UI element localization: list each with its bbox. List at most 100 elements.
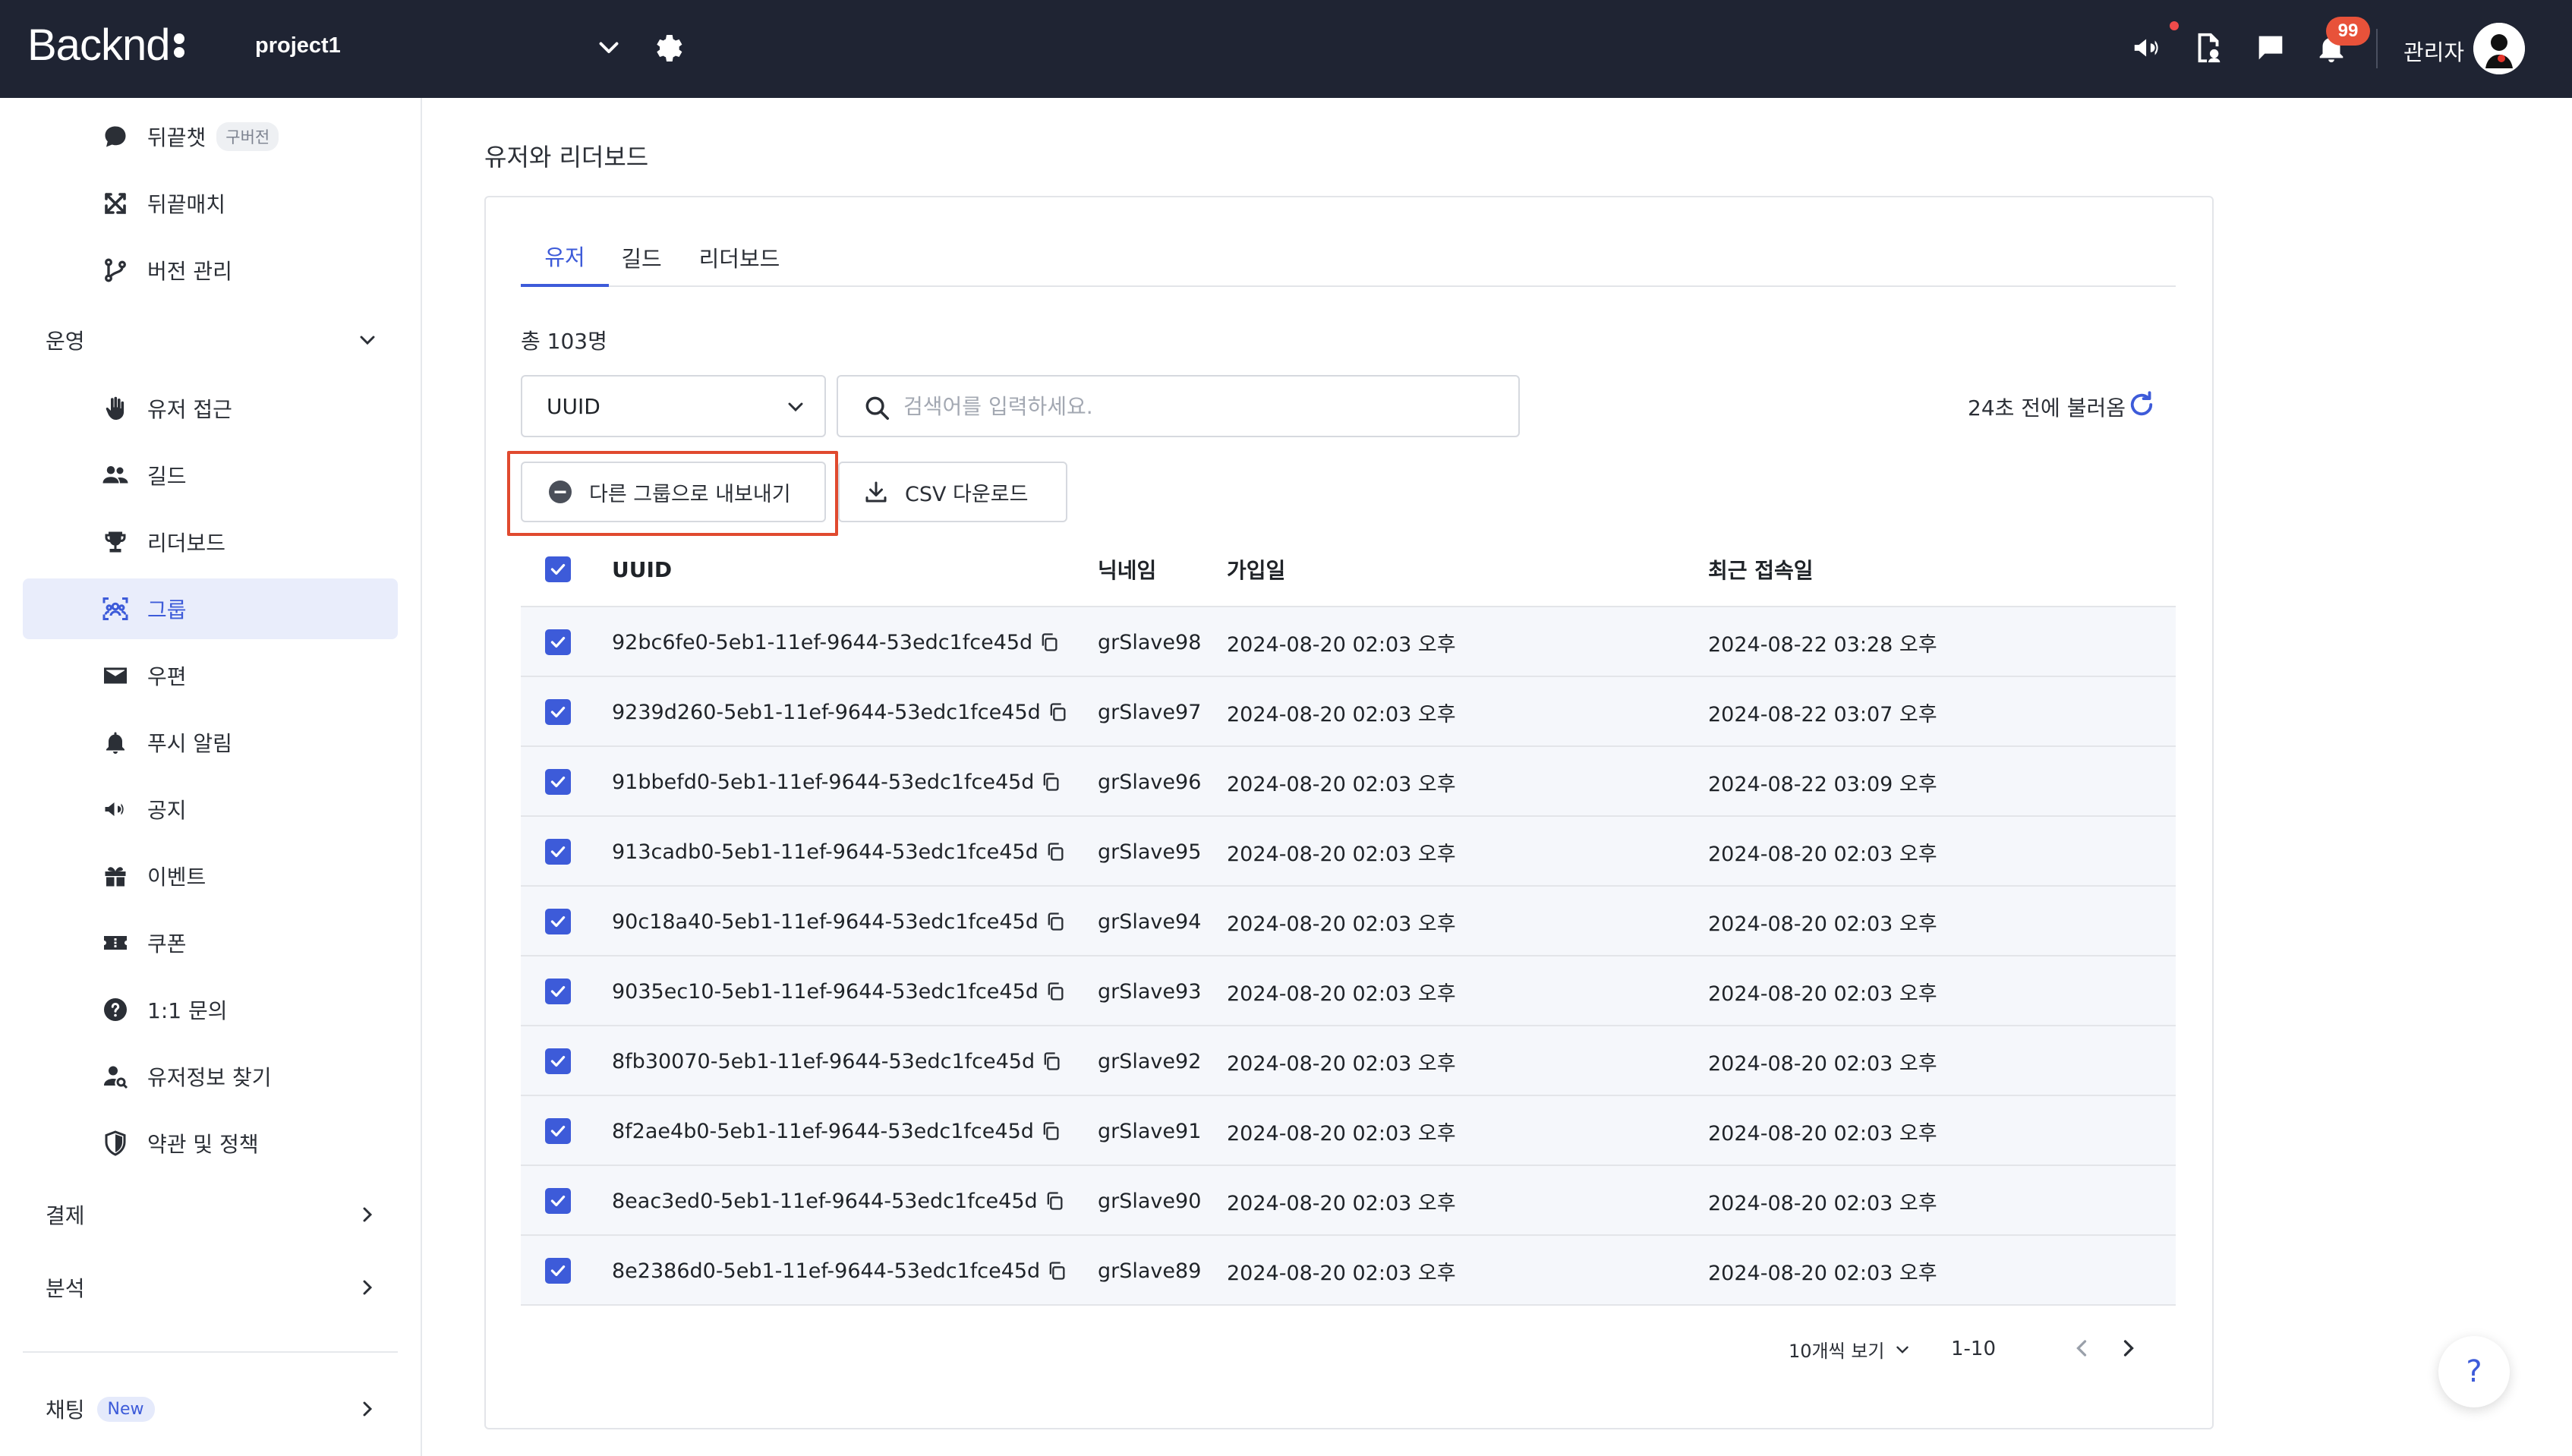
copy-icon[interactable] [1045,841,1066,862]
uuid-cell: 8e2386d0-5eb1-11ef-9644-53edc1fce45d [612,1236,1067,1306]
row-checkbox[interactable] [545,887,571,956]
nickname-cell: grSlave97 [1098,700,1202,724]
sidebar-item-push[interactable]: 푸시 알림 [23,712,398,773]
table-row[interactable]: 9239d260-5eb1-11ef-9644-53edc1fce45d grSl… [521,677,2176,747]
chevron-left-icon[interactable] [2068,1335,2095,1362]
megaphone-icon[interactable] [2130,30,2165,65]
sidebar-item-user-search[interactable]: 유저정보 찾기 [23,1046,398,1107]
last-access-cell: 2024-08-20 02:03 오후 [1708,842,1937,866]
row-checkbox[interactable] [545,1236,571,1306]
search-field-select[interactable]: UUID [521,375,826,437]
copy-icon[interactable] [1045,911,1066,932]
sidebar-item-mail[interactable]: 우편 [23,645,398,706]
table-row[interactable]: 8e2386d0-5eb1-11ef-9644-53edc1fce45d grSl… [521,1236,2176,1306]
tab-leaderboard[interactable]: 리더보드 [686,228,793,287]
sidebar-section-chat[interactable]: 채팅 New [46,1386,380,1432]
sidebar-item-version[interactable]: 버전 관리 [23,240,398,301]
sidebar-item-inquiry[interactable]: 1:1 문의 [23,979,398,1040]
copy-icon[interactable] [1041,1051,1062,1072]
sidebar-item-chat-old[interactable]: 뒤끝챗 구버전 [23,106,398,167]
logo-dots [174,33,185,58]
select-value: UUID [547,393,600,419]
refresh-icon[interactable] [2126,389,2158,421]
check-icon [550,916,566,928]
row-checkbox[interactable] [545,817,571,887]
help-button[interactable]: ? [2438,1336,2510,1407]
gear-icon[interactable] [651,30,685,64]
uuid-text: 8eac3ed0-5eb1-11ef-9644-53edc1fce45d [612,1189,1038,1213]
row-checkbox[interactable] [545,607,571,677]
uuid-text: 91bbefd0-5eb1-11ef-9644-53edc1fce45d [612,770,1035,794]
sidebar-item-group[interactable]: 그룹 [23,578,398,639]
sidebar-item-match[interactable]: 뒤끝매치 [23,173,398,234]
tab-guild[interactable]: 길드 [609,228,674,287]
new-badge: New [96,1396,155,1422]
header-separator [2376,29,2378,68]
column-header-uuid[interactable]: UUID [612,531,672,607]
tab-users[interactable]: 유저 [521,228,609,287]
table-row[interactable]: 90c18a40-5eb1-11ef-9644-53edc1fce45d grSl… [521,887,2176,956]
tab-bar: 유저 길드 리더보드 [521,228,2176,287]
row-checkbox[interactable] [545,1096,571,1166]
backnd-logo[interactable]: Backnd [27,20,185,71]
checkbox-checked [545,1258,571,1284]
total-count: 총 103명 [521,329,607,354]
refresh-status: 24초 전에 불러옴 [1968,396,2126,421]
copy-icon[interactable] [1040,771,1061,793]
notification-badge: 99 [2326,17,2370,46]
copy-icon[interactable] [1044,1190,1065,1212]
row-checkbox[interactable] [545,677,571,747]
sidebar-item-policy[interactable]: 약관 및 정책 [23,1113,398,1174]
document-user-icon[interactable] [2191,30,2226,65]
chevron-right-icon[interactable] [2115,1335,2142,1362]
last-access-cell: 2024-08-20 02:03 오후 [1708,1261,1937,1285]
table-row[interactable]: 8eac3ed0-5eb1-11ef-9644-53edc1fce45d grSl… [521,1166,2176,1236]
copy-icon[interactable] [1039,632,1060,653]
chevron-down-icon[interactable] [595,33,623,61]
sidebar-item-guild[interactable]: 길드 [23,445,398,506]
copy-icon[interactable] [1047,701,1068,723]
column-header-last-access[interactable]: 최근 접속일 [1708,531,1814,607]
sidebar-item-event[interactable]: 이벤트 [23,846,398,906]
sidebar-item-user-access[interactable]: 유저 접근 [23,378,398,439]
sidebar-section-operation[interactable]: 운영 [46,317,380,363]
search-input[interactable] [903,387,1496,425]
search-box [837,375,1520,437]
chevron-right-icon [363,1207,373,1222]
check-icon [550,1265,566,1277]
project-name[interactable]: project1 [255,33,341,58]
sidebar-item-coupon[interactable]: 쿠폰 [23,912,398,973]
table-row[interactable]: 92bc6fe0-5eb1-11ef-9644-53edc1fce45d grSl… [521,607,2176,677]
csv-download-button[interactable]: CSV 다운로드 [838,462,1067,522]
select-all-checkbox[interactable] [545,531,571,607]
sidebar-section-payment[interactable]: 결제 [46,1192,380,1237]
chevron-down-icon [1896,1346,1909,1354]
table-row[interactable]: 8fb30070-5eb1-11ef-9644-53edc1fce45d grSl… [521,1026,2176,1096]
column-header-nickname[interactable]: 닉네임 [1098,531,1156,607]
column-header-joined[interactable]: 가입일 [1227,531,1285,607]
avatar[interactable] [2473,23,2525,74]
chevron-down-icon [360,336,375,345]
uuid-text: 9239d260-5eb1-11ef-9644-53edc1fce45d [612,700,1041,724]
sidebar-item-label: 이벤트 [147,865,206,890]
table-row[interactable]: 91bbefd0-5eb1-11ef-9644-53edc1fce45d grSl… [521,747,2176,817]
sidebar-item-leaderboard[interactable]: 리더보드 [23,512,398,572]
row-checkbox[interactable] [545,1026,571,1096]
export-to-group-button[interactable]: 다른 그룹으로 내보내기 [521,462,826,522]
row-checkbox[interactable] [545,747,571,817]
copy-icon[interactable] [1045,981,1066,1002]
row-checkbox[interactable] [545,956,571,1026]
chat-icon[interactable] [2253,30,2288,65]
admin-label[interactable]: 관리자 [2403,35,2464,67]
copy-icon[interactable] [1040,1120,1061,1142]
sidebar-section-analytics[interactable]: 분석 [46,1265,380,1310]
table-row[interactable]: 9035ec10-5eb1-11ef-9644-53edc1fce45d grSl… [521,956,2176,1026]
page-size-select[interactable]: 10개씩 보기 [1789,1336,1912,1363]
row-checkbox[interactable] [545,1166,571,1236]
table-row[interactable]: 8f2ae4b0-5eb1-11ef-9644-53edc1fce45d grSl… [521,1096,2176,1166]
copy-icon[interactable] [1046,1260,1067,1281]
table-row[interactable]: 913cadb0-5eb1-11ef-9644-53edc1fce45d grSl… [521,817,2176,887]
sidebar-item-notice[interactable]: 공지 [23,779,398,840]
uuid-cell: 91bbefd0-5eb1-11ef-9644-53edc1fce45d [612,747,1061,817]
sidebar-item-label: 1:1 문의 [147,998,228,1023]
